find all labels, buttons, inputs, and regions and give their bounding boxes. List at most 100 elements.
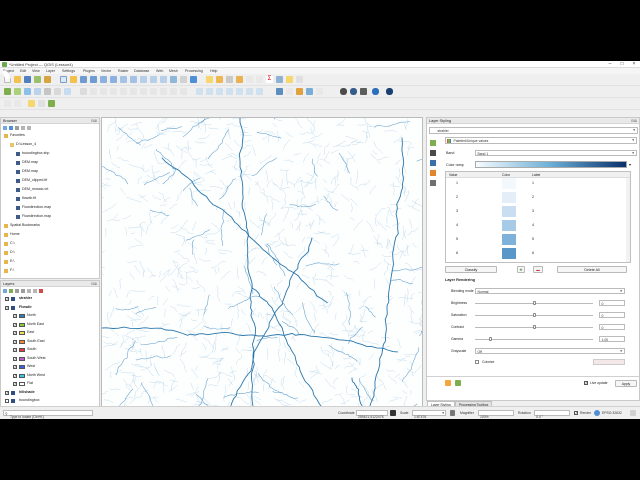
layer-selector[interactable]: strahler ▾ [429, 127, 638, 134]
osm-plugin-icon[interactable] [316, 88, 323, 95]
refresh-browser-icon[interactable] [9, 126, 13, 130]
legend-class-checkbox[interactable]: ✓ [13, 314, 17, 318]
new-shapefile-layer-icon[interactable] [24, 88, 31, 95]
open-attribute-table-icon[interactable] [236, 76, 243, 83]
browser-item[interactable]: Home [4, 232, 20, 238]
palette-row-color-swatch[interactable] [502, 178, 516, 189]
brightness-slider-handle[interactable] [533, 301, 536, 305]
new-map-view-icon[interactable] [170, 76, 177, 83]
metasearch-icon[interactable] [286, 88, 293, 95]
browser-panel-close-button[interactable]: ⊟⊠ [91, 119, 97, 123]
zoom-out-icon[interactable] [90, 76, 97, 83]
zoom-native-icon[interactable] [140, 76, 147, 83]
classify-button[interactable]: Classify [445, 266, 497, 273]
field-calculator-icon[interactable] [246, 76, 253, 83]
menu-layer[interactable]: Layer [46, 69, 55, 73]
minimize-button[interactable]: – [604, 61, 616, 68]
zoom-last-icon[interactable] [150, 76, 157, 83]
legend-class-checkbox[interactable]: ✓ [13, 331, 17, 335]
web-search-icon[interactable] [350, 88, 357, 95]
paste-features-icon[interactable] [160, 88, 167, 95]
grayscale-select[interactable]: Off ▾ [475, 348, 625, 354]
brightness-spinbox[interactable]: 0 [599, 300, 625, 306]
menu-help[interactable]: Help [210, 69, 217, 73]
legend-class-checkbox[interactable]: ✓ [13, 365, 17, 369]
layer-item[interactable]: ✓ Flat [13, 381, 33, 387]
measure-line-icon[interactable] [276, 76, 283, 83]
layer-tools-icon[interactable] [360, 88, 367, 95]
save-project-icon[interactable] [24, 76, 31, 83]
palette-row[interactable]: 66 [446, 248, 626, 259]
layer-item[interactable]: ✓ North West [13, 373, 45, 379]
saturation-spinbox[interactable]: 0 [599, 312, 625, 318]
label-tool-icon[interactable] [196, 88, 203, 95]
deselect-icon[interactable] [226, 76, 233, 83]
palette-row-color-swatch[interactable] [502, 220, 516, 231]
magnifier-field[interactable]: 100% [478, 410, 514, 419]
new-spatialite-layer-icon[interactable] [34, 88, 41, 95]
delete-all-button[interactable]: Delete All [557, 266, 627, 273]
live-update-checkbox[interactable]: ✓ [584, 381, 588, 385]
legend-class-checkbox[interactable]: ✓ [13, 356, 17, 361]
browser-item[interactable]: C:\ [4, 241, 15, 247]
processing-toolbox-icon[interactable] [256, 76, 263, 83]
layer-item[interactable]: ✓ strahler [5, 296, 32, 302]
identify-features-icon[interactable] [206, 76, 213, 83]
zoom-in-icon[interactable] [80, 76, 87, 83]
label-move-icon[interactable] [226, 88, 233, 95]
palette-row[interactable]: 44 [446, 220, 626, 231]
maximize-button[interactable]: □ [616, 61, 628, 68]
new-temporary-layer-icon[interactable] [54, 88, 61, 95]
add-selected-layers-icon[interactable] [3, 126, 7, 130]
band-selector[interactable]: Band 1 ▾ [475, 150, 637, 156]
palette-row[interactable]: 55 [446, 234, 626, 245]
label-show-hide-icon[interactable] [216, 88, 223, 95]
zoom-next-icon[interactable] [160, 76, 167, 83]
digitize-icon[interactable] [80, 88, 87, 95]
menu-raster[interactable]: Raster [118, 69, 129, 73]
browser-item[interactable]: Spatial Bookmarks [4, 223, 40, 229]
table-scrollbar[interactable] [626, 178, 630, 262]
browser-item[interactable]: Favorites [4, 133, 25, 139]
copy-features-icon[interactable] [150, 88, 157, 95]
vertex-tool-icon[interactable] [120, 88, 127, 95]
legend-class-checkbox[interactable]: ✓ [13, 348, 17, 352]
palette-row-color-swatch[interactable] [502, 234, 516, 245]
open-layer-styling-icon[interactable] [3, 289, 7, 293]
layer-styling-close-button[interactable]: ⊟⊠ [631, 119, 637, 123]
georeferencer-icon[interactable] [306, 88, 313, 95]
spatial-bookmark-icon[interactable] [38, 100, 45, 107]
add-feature-icon[interactable] [110, 88, 117, 95]
browser-item[interactable]: Flowdirection.map [16, 214, 51, 220]
locator-search-input[interactable]: ⚲ Type to locate (Ctrl+K) [3, 410, 93, 419]
legend-class-checkbox[interactable]: ✓ [13, 373, 17, 378]
palette-row[interactable]: 11 [446, 178, 626, 189]
select-by-expression-icon[interactable] [4, 100, 11, 107]
map-tips-icon[interactable] [286, 76, 293, 83]
contrast-spinbox[interactable]: 0 [599, 324, 625, 330]
new-print-layout-icon[interactable] [34, 76, 41, 83]
browser-item[interactable]: DEM.map [16, 160, 38, 166]
gamma-slider-handle[interactable] [489, 337, 492, 341]
layer-visibility-checkbox[interactable]: ✓ [5, 390, 9, 395]
quickmapservices-icon[interactable] [340, 88, 347, 95]
colorize-color-button[interactable] [593, 359, 625, 365]
menu-web[interactable]: Web [156, 69, 163, 73]
browser-item[interactable]: F:\ [4, 268, 14, 274]
collapse-all-icon[interactable] [21, 126, 25, 130]
menu-processing[interactable]: Processing [185, 69, 203, 73]
layer-item[interactable]: boundingbox [5, 398, 40, 404]
text-annotation-icon[interactable] [296, 76, 303, 83]
messages-icon[interactable] [630, 410, 636, 416]
layer-visibility-checkbox[interactable] [5, 399, 9, 403]
pan-to-selection-icon[interactable] [70, 76, 77, 83]
layer-item[interactable]: ✓ South West [13, 356, 46, 362]
toggle-extents-icon[interactable] [390, 410, 396, 416]
palette-row-color-swatch[interactable] [502, 206, 516, 217]
color-ramp-button[interactable] [475, 161, 627, 168]
contrast-slider-handle[interactable] [533, 325, 536, 329]
crs-label[interactable]: EPSG:32632 [602, 411, 622, 415]
filter-browser-icon[interactable] [15, 126, 19, 130]
undo-icon[interactable] [170, 88, 177, 95]
filter-legend-icon[interactable] [21, 289, 25, 293]
